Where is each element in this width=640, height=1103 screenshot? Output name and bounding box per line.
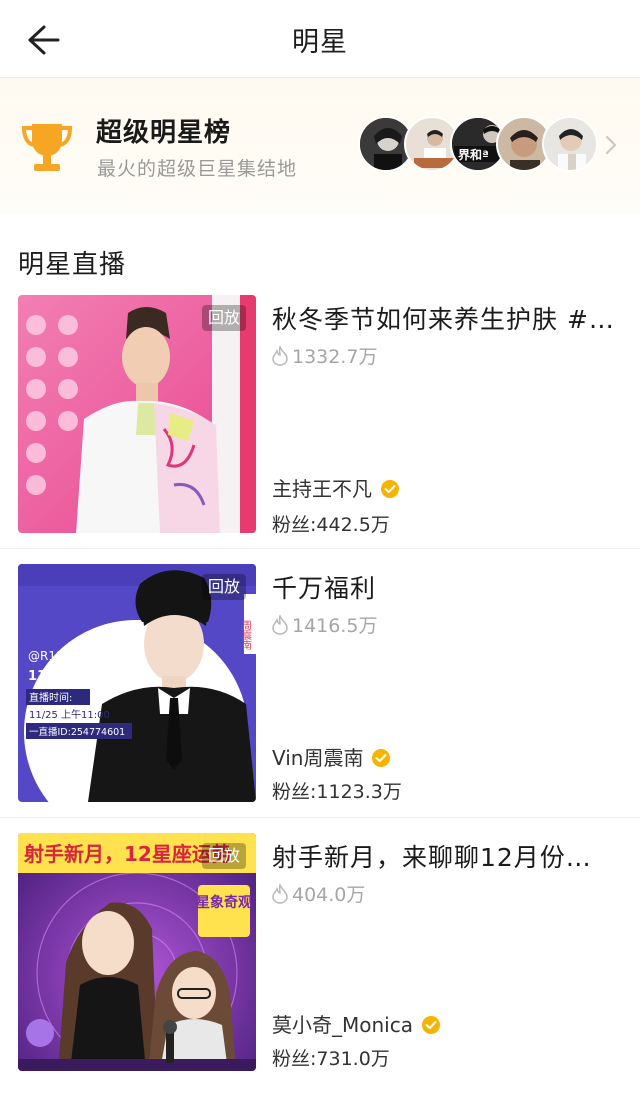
banner-title: 超级明星榜	[96, 118, 232, 148]
stream-title[interactable]: 秋冬季节如何来养生护肤 #…	[272, 300, 628, 336]
stream-thumbnail[interactable]: 回放	[18, 295, 256, 533]
avatar-badge-text: 界和ª	[458, 147, 489, 162]
replay-badge: 回放	[201, 843, 246, 869]
poster-handle: @R1SE-周震南	[28, 648, 112, 663]
host-name-text: Vin周震南	[272, 746, 364, 770]
host-name-text: 莫小奇_Monica	[272, 1013, 413, 1037]
host-name-text: 主持王不凡	[272, 477, 372, 501]
avatar	[542, 116, 598, 172]
avatar-stack[interactable]: 界和ª	[358, 116, 598, 172]
verified-badge-icon	[372, 749, 391, 767]
poster-room-id: 一直播ID:254774601	[29, 726, 125, 738]
poster-headline: 1100万粉丝福利	[28, 668, 129, 684]
poster-time-value: 11/25 上午11:00	[29, 708, 110, 721]
view-count: 1416.5万	[272, 611, 377, 638]
top-bar: 明星	[0, 0, 640, 78]
poster-tag-text: 星象奇观	[196, 894, 252, 911]
host-name[interactable]: 主持王不凡	[272, 473, 400, 502]
view-count: 1332.7万	[272, 342, 377, 369]
view-count-value: 1332.7万	[292, 346, 378, 368]
verified-badge-icon	[381, 480, 399, 498]
host-name[interactable]: Vin周震南	[272, 742, 391, 771]
list-item[interactable]: 回放 秋冬季节如何来养生护肤 #… 1332.7万 主持王不凡 粉丝:442.5…	[0, 280, 640, 550]
fan-count: 粉丝:442.5万	[272, 514, 390, 536]
list-item[interactable]: 周震南 @R1SE-周震南 1100万粉丝福利 直播时间: 11/25 上午11…	[0, 549, 640, 819]
stream-title[interactable]: 射手新月，来聊聊12月份…	[272, 838, 628, 874]
flame-icon	[272, 882, 288, 904]
banner-subtitle: 最火的超级巨星集结地	[97, 158, 298, 180]
view-count-value: 404.0万	[292, 884, 366, 906]
section-title: 明星直播	[18, 250, 127, 280]
flame-icon	[272, 613, 288, 635]
stream-thumbnail[interactable]: 射手新月，12星座运势 星象奇观 回放	[18, 833, 256, 1071]
verified-badge-icon	[421, 1016, 440, 1034]
replay-badge: 回放	[201, 574, 246, 600]
fan-count: 粉丝:1123.3万	[272, 781, 402, 803]
poster-time-label: 直播时间:	[29, 691, 72, 704]
chevron-right-icon[interactable]	[604, 134, 618, 156]
page-title: 明星	[292, 27, 348, 58]
host-name[interactable]: 莫小奇_Monica	[272, 1009, 441, 1038]
flame-icon	[272, 344, 288, 366]
view-count: 404.0万	[272, 880, 365, 907]
fan-count: 粉丝:731.0万	[272, 1048, 390, 1070]
replay-badge: 回放	[201, 305, 246, 331]
view-count-value: 1416.5万	[292, 615, 378, 637]
trophy-icon	[21, 124, 73, 171]
stream-title[interactable]: 千万福利	[272, 569, 628, 605]
list-item[interactable]: 射手新月，12星座运势 星象奇观 回放 射手新月，来聊聊12月份… 404.0万…	[0, 818, 640, 1088]
poster-side-text: 周震南	[240, 620, 252, 650]
stream-thumbnail[interactable]: 周震南 @R1SE-周震南 1100万粉丝福利 直播时间: 11/25 上午11…	[18, 564, 256, 802]
super-star-ranking-banner[interactable]: 超级明星榜 最火的超级巨星集结地 界和ª	[0, 78, 640, 214]
poster-banner-text: 射手新月，12星座运势	[23, 842, 232, 866]
